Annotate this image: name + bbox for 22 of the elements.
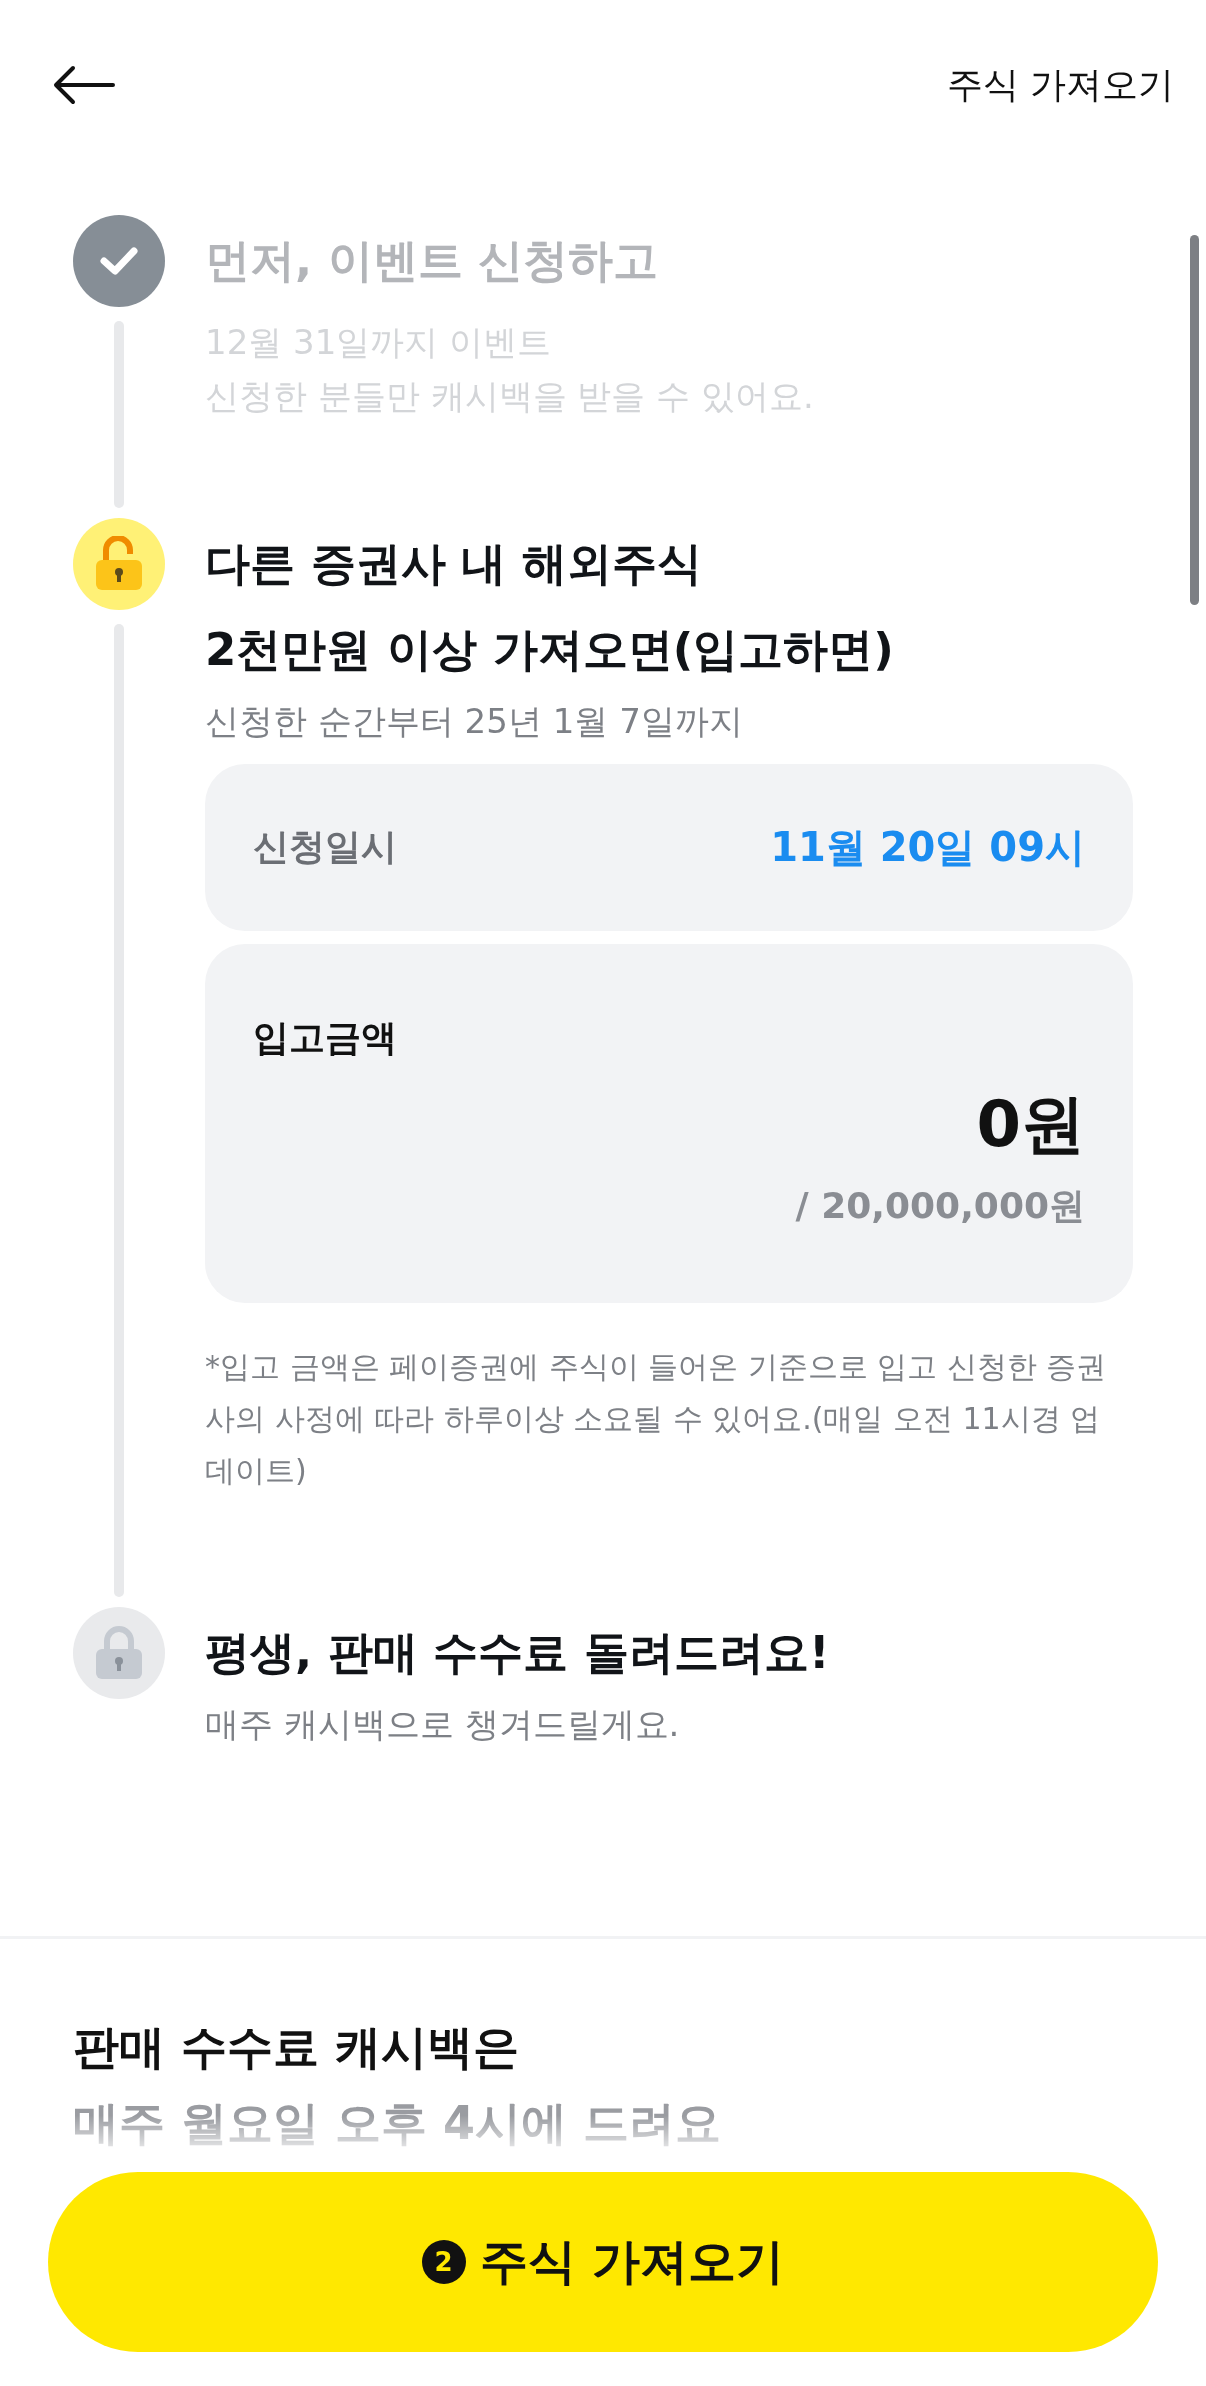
padlock-icon bbox=[94, 1625, 144, 1681]
step-title: 평생, 판매 수수료 돌려드려요! bbox=[205, 1625, 831, 1681]
step-number-badge: 2 bbox=[421, 2240, 466, 2284]
header-link[interactable]: 주식 가져오기 bbox=[946, 60, 1174, 110]
amount-label: 입고금액 bbox=[253, 1016, 397, 1060]
step-title: 먼저, 이벤트 신청하고 bbox=[205, 233, 660, 289]
target-amount: / 20,000,000원 bbox=[795, 1184, 1085, 1228]
section-title: 판매 수수료 캐시백은 bbox=[73, 2019, 521, 2076]
step-description: 신청한 순간부터 25년 1월 7일까지 bbox=[205, 700, 744, 743]
date-label: 신청일시 bbox=[253, 825, 397, 869]
footnote: *입고 금액은 페이증권에 주식이 들어온 기준으로 입고 신청한 증권사의 사정에 따라 하루이상 소요될 수 있어요.(매일 오전 11시경 업데이트) bbox=[205, 1348, 1108, 1490]
step-description: 매주 캐시백으로 챙겨드릴게요. bbox=[205, 1703, 681, 1746]
back-arrow-icon bbox=[53, 65, 115, 105]
amount-value: 0원 bbox=[976, 1086, 1085, 1163]
unlocked-padlock-icon bbox=[94, 536, 144, 592]
button-label: 주식 가져오기 bbox=[479, 2232, 785, 2291]
step-title: 2천만원 이상 가져오면(입고하면) bbox=[205, 622, 895, 678]
check-icon bbox=[99, 246, 139, 276]
date-value: 11월 20일 09시 bbox=[770, 823, 1085, 872]
section-subtitle: 매주 월요일 오후 4시에 드려요 bbox=[73, 2095, 722, 2152]
import-stock-button[interactable]: 2 주식 가져오기 bbox=[48, 2172, 1158, 2352]
step-title: 다른 증권사 내 해외주식 bbox=[205, 536, 703, 592]
